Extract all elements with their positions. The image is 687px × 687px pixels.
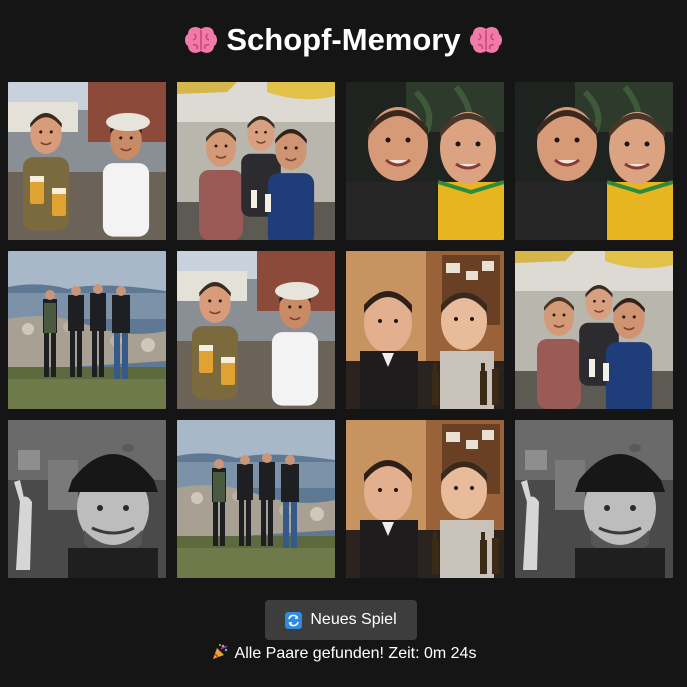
card-photo [177, 420, 335, 578]
brain-icon [185, 26, 218, 53]
card-photo [8, 420, 166, 578]
card-photo [346, 420, 504, 578]
card-photo [346, 82, 504, 240]
memory-card[interactable] [346, 420, 504, 578]
memory-card[interactable] [177, 251, 335, 409]
title-text: Schopf-Memory [226, 22, 461, 57]
memory-card[interactable] [515, 420, 673, 578]
card-photo [8, 82, 166, 240]
memory-card[interactable] [515, 82, 673, 240]
new-game-label: Neues Spiel [310, 611, 397, 628]
card-photo [8, 251, 166, 409]
memory-card[interactable] [515, 251, 673, 409]
card-photo [515, 251, 673, 409]
memory-card[interactable] [346, 251, 504, 409]
memory-card[interactable] [177, 82, 335, 240]
card-photo [515, 420, 673, 578]
memory-card[interactable] [177, 420, 335, 578]
card-photo [346, 251, 504, 409]
status-text: Alle Paare gefunden! Zeit: 0m 24s [234, 645, 477, 662]
page-title: Schopf-Memory [0, 20, 687, 60]
memory-card[interactable] [346, 82, 504, 240]
refresh-icon [285, 611, 303, 629]
memory-card[interactable] [8, 420, 166, 578]
brain-icon [469, 26, 502, 53]
card-photo [177, 82, 335, 240]
memory-card[interactable] [8, 251, 166, 409]
party-popper-icon [212, 644, 227, 659]
memory-board [8, 82, 673, 579]
card-photo [177, 251, 335, 409]
memory-card[interactable] [8, 82, 166, 240]
new-game-button[interactable]: Neues Spiel [265, 600, 417, 640]
card-photo [515, 82, 673, 240]
status-message: Alle Paare gefunden! Zeit: 0m 24s [0, 643, 687, 664]
